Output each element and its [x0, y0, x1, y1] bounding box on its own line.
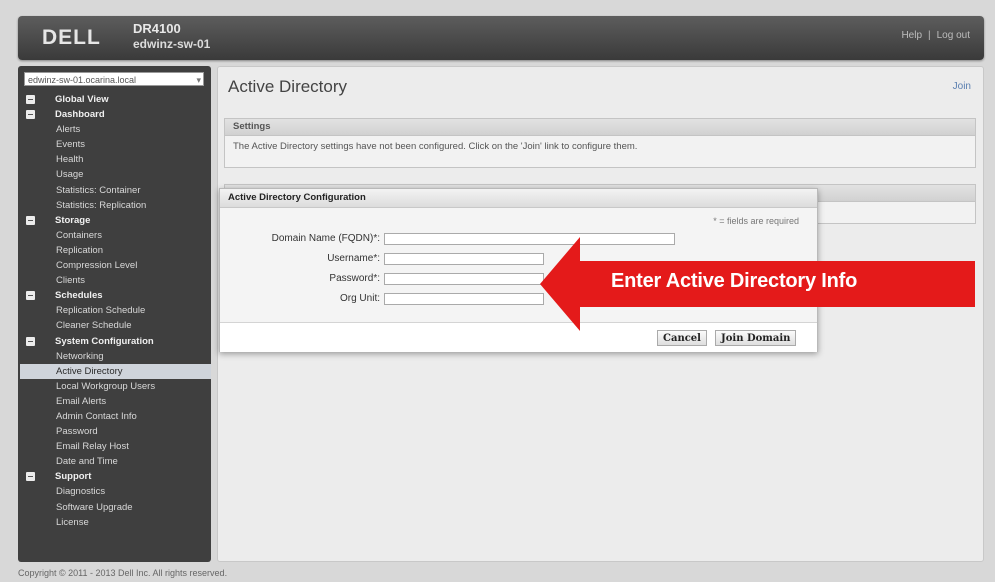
sidebar-item-label: Statistics: Container [56, 184, 141, 196]
required-fields-note: * = fields are required [713, 216, 799, 226]
sidebar-item-usage[interactable]: Usage [18, 167, 211, 182]
top-header-bar: DELL DR4100 edwinz-sw-01 Help | Log out [18, 16, 984, 60]
sidebar-item-label: Date and Time [56, 456, 118, 468]
settings-message: The Active Directory settings have not b… [233, 141, 638, 152]
domain-name-label: Domain Name (FQDN)*: [271, 233, 380, 244]
sidebar-item-label: Health [56, 154, 84, 166]
collapse-icon[interactable] [26, 95, 35, 104]
sidebar-item-compression-level[interactable]: Compression Level [18, 258, 211, 273]
sidebar-item-containers[interactable]: Containers [18, 228, 211, 243]
sidebar-item-diagnostics[interactable]: Diagnostics [18, 484, 211, 499]
sidebar-item-replication-schedule[interactable]: Replication Schedule [18, 303, 211, 318]
nav-tree: Global View Dashboard Alerts Events Health Us… [18, 92, 211, 530]
header-link-separator: | [928, 30, 931, 41]
sidebar-item-statistics-container[interactable]: Statistics: Container [18, 183, 211, 198]
sidebar-item-software-upgrade[interactable]: Software Upgrade [18, 500, 211, 515]
sidebar-item-cleaner-schedule[interactable]: Cleaner Schedule [18, 318, 211, 333]
sidebar-item-replication[interactable]: Replication [18, 243, 211, 258]
host-select-value: edwinz-sw-01.ocarina.local [28, 75, 137, 85]
hostname-label: edwinz-sw-01 [133, 37, 211, 51]
sidebar-group-dashboard[interactable]: Dashboard [18, 107, 211, 122]
sidebar-item-label: System Configuration [55, 335, 154, 347]
dell-logo: DELL [42, 26, 101, 49]
page-title: Active Directory [228, 77, 348, 96]
sidebar-item-label: Compression Level [56, 260, 138, 272]
org-unit-label: Org Unit: [339, 293, 380, 304]
callout-text: Enter Active Directory Info [611, 270, 858, 292]
sidebar-item-label: Email Alerts [56, 395, 107, 407]
sidebar-item-label: Email Relay Host [56, 441, 129, 453]
sidebar-item-license[interactable]: License [18, 515, 211, 530]
sidebar-item-label: License [56, 516, 89, 528]
collapse-icon[interactable] [26, 472, 35, 482]
sidebar-item-label: Password [56, 426, 98, 438]
sidebar-item-password[interactable]: Password [18, 424, 211, 439]
dialog-title: Active Directory Configuration [220, 189, 817, 208]
host-select-dropdown[interactable]: edwinz-sw-01.ocarina.local ▾ [24, 72, 204, 86]
username-label: Username*: [327, 253, 380, 264]
sidebar-item-label: Usage [56, 169, 84, 181]
sidebar-item-email-relay-host[interactable]: Email Relay Host [18, 439, 211, 454]
sidebar-item-label: Containers [56, 229, 102, 241]
sidebar-group-system-configuration[interactable]: System Configuration [18, 334, 211, 349]
sidebar-group-storage[interactable]: Storage [18, 213, 211, 228]
product-model: DR4100 [133, 21, 181, 36]
collapse-icon[interactable] [26, 110, 35, 120]
join-domain-button[interactable]: Join Domain [715, 330, 797, 346]
password-input[interactable] [384, 273, 544, 285]
sidebar-item-label: Schedules [55, 290, 103, 302]
copyright-footer: Copyright © 2011 - 2013 Dell Inc. All ri… [18, 568, 228, 578]
sidebar-item-label: Statistics: Replication [56, 199, 147, 211]
sidebar-item-label: Replication [56, 244, 103, 256]
collapse-icon[interactable] [26, 291, 35, 301]
sidebar-group-support[interactable]: Support [18, 469, 211, 484]
sidebar-item-active-directory[interactable]: Active Directory [20, 363, 211, 379]
sidebar-item-date-and-time[interactable]: Date and Time [18, 454, 211, 469]
sidebar-nav: edwinz-sw-01.ocarina.local ▾ Global View… [18, 66, 211, 562]
sidebar-item-label: Software Upgrade [56, 501, 133, 513]
sidebar-item-statistics-replication[interactable]: Statistics: Replication [18, 198, 211, 213]
sidebar-item-label: Diagnostics [56, 486, 106, 498]
username-input[interactable] [384, 253, 544, 265]
sidebar-item-label: Dashboard [55, 109, 105, 121]
sidebar-item-alerts[interactable]: Alerts [18, 122, 211, 137]
sidebar-item-local-workgroup-users[interactable]: Local Workgroup Users [18, 379, 211, 394]
sidebar-item-health[interactable]: Health [18, 152, 211, 167]
collapse-icon[interactable] [26, 215, 35, 225]
sidebar-item-label: Networking [56, 350, 104, 362]
chevron-down-icon: ▾ [196, 75, 201, 85]
sidebar-item-clients[interactable]: Clients [18, 273, 211, 288]
help-link[interactable]: Help [901, 30, 922, 41]
sidebar-item-events[interactable]: Events [18, 137, 211, 152]
sidebar-item-admin-contact-info[interactable]: Admin Contact Info [18, 409, 211, 424]
header-links: Help | Log out [901, 30, 970, 41]
settings-section-header: Settings [225, 119, 975, 136]
sidebar-item-label: Local Workgroup Users [56, 380, 156, 392]
sidebar-item-label: Alerts [56, 124, 81, 136]
sidebar-item-label: Clients [56, 275, 86, 287]
org-unit-input[interactable] [384, 293, 544, 305]
password-label: Password*: [329, 273, 380, 284]
sidebar-item-label: Admin Contact Info [56, 410, 137, 422]
cancel-button[interactable]: Cancel [657, 330, 707, 346]
sidebar-group-global-view[interactable]: Global View [18, 92, 211, 107]
sidebar-item-email-alerts[interactable]: Email Alerts [18, 394, 211, 409]
sidebar-item-label: Support [55, 471, 92, 483]
sidebar-item-label: Storage [55, 214, 91, 226]
logout-link[interactable]: Log out [937, 30, 970, 41]
sidebar-item-label: Active Directory [56, 365, 123, 377]
settings-section: Settings The Active Directory settings h… [224, 118, 976, 168]
sidebar-item-label: Events [56, 139, 86, 151]
sidebar-group-schedules[interactable]: Schedules [18, 288, 211, 303]
collapse-icon[interactable] [26, 336, 35, 346]
sidebar-item-label: Cleaner Schedule [56, 320, 132, 332]
sidebar-item-networking[interactable]: Networking [18, 349, 211, 364]
join-link[interactable]: Join [953, 81, 971, 92]
sidebar-item-label: Replication Schedule [56, 305, 146, 317]
sidebar-item-label: Global View [55, 94, 109, 105]
app-window: DELL DR4100 edwinz-sw-01 Help | Log out ed… [0, 0, 995, 582]
